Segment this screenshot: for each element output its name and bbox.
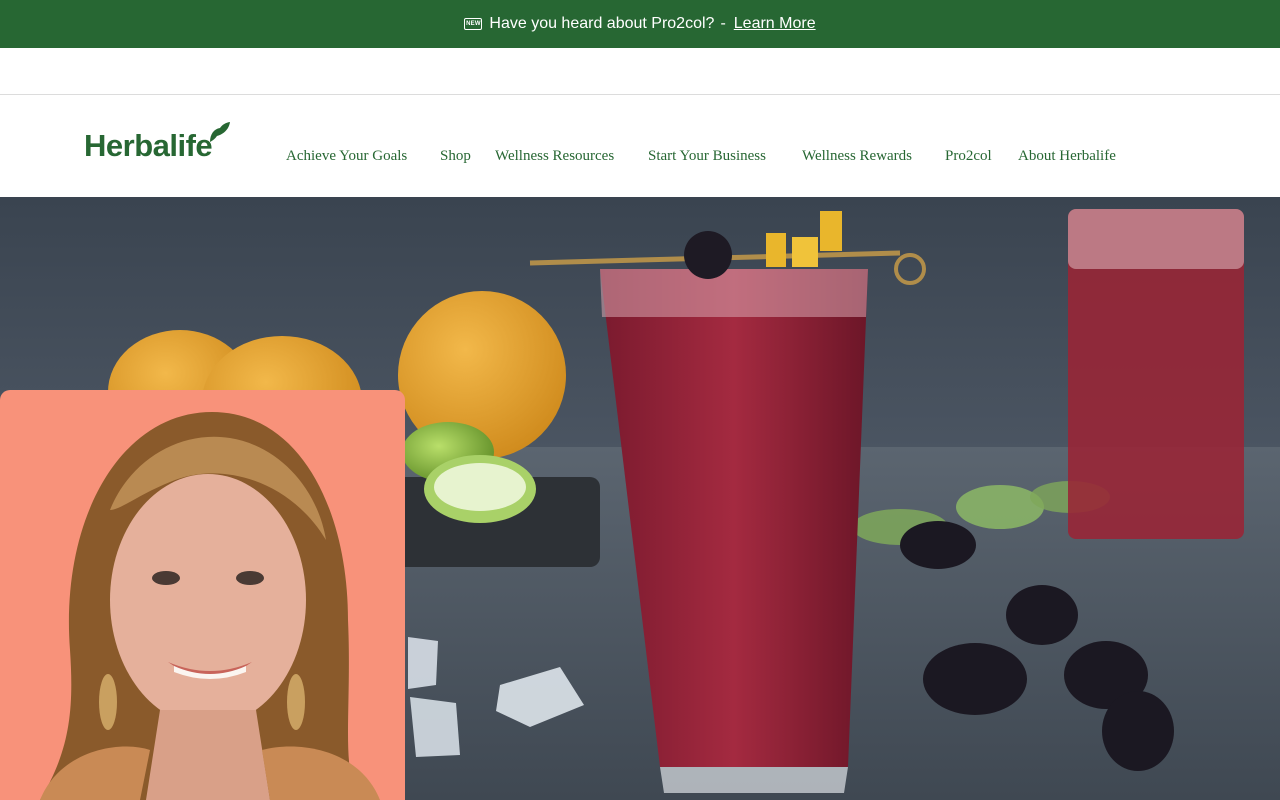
nav-item-shop[interactable]: Shop (440, 148, 471, 165)
promo-message: Have you heard about Pro2col? (489, 15, 715, 32)
woman-portrait-illustration (40, 412, 380, 800)
nav-item-achieve-your-goals[interactable]: Achieve Your Goals (286, 148, 407, 165)
nav-item-start-your-business[interactable]: Start Your Business (648, 148, 766, 165)
new-badge-icon: NEW (464, 18, 483, 30)
testimonial-portrait (0, 390, 405, 800)
promo-banner: NEW Have you heard about Pro2col? - Lear… (0, 0, 1280, 48)
learn-more-link[interactable]: Learn More (734, 15, 816, 33)
herbalife-logo[interactable]: Herbalife (84, 120, 230, 163)
leaf-icon (210, 122, 230, 142)
promo-separator: - (720, 15, 726, 32)
nav-item-wellness-resources[interactable]: Wellness Resources (495, 148, 614, 165)
logo-text: Herbalife (84, 128, 213, 163)
nav-item-about-herbalife[interactable]: About Herbalife (1018, 148, 1116, 165)
nav-item-pro2col[interactable]: Pro2col (945, 148, 992, 165)
nav-item-wellness-rewards[interactable]: Wellness Rewards (802, 148, 912, 165)
